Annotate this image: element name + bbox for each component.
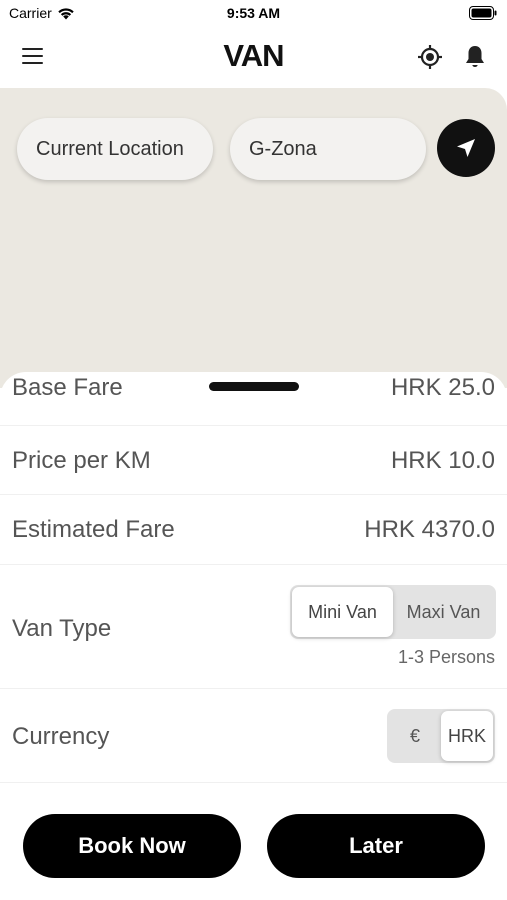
navigation-arrow-icon [457,139,475,157]
van-option-maxi[interactable]: Maxi Van [393,587,494,637]
currency-option-hrk[interactable]: HRK [441,711,493,761]
van-option-mini[interactable]: Mini Van [292,587,393,637]
base-fare-row: Base Fare HRK 25.0 [0,372,507,426]
my-location-icon[interactable] [417,44,443,70]
clock: 9:53 AM [226,5,281,21]
currency-selector: € HRK [387,709,495,763]
map-view[interactable]: Current Location G-Zona [0,88,507,388]
estimated-fare-row: Estimated Fare HRK 4370.0 [0,495,507,565]
price-per-km-row: Price per KM HRK 10.0 [0,426,507,495]
estimated-fare-label: Estimated Fare [12,516,175,543]
van-capacity-hint: 1-3 Persons [397,647,495,667]
destination-field[interactable]: G-Zona [230,118,426,180]
estimated-fare-value: HRK 4370.0 [364,516,495,543]
price-per-km-value: HRK 10.0 [390,447,495,474]
app-header: VAN [0,28,507,88]
bell-icon[interactable] [463,44,487,70]
van-type-label: Van Type [12,615,112,642]
status-bar: Carrier 9:53 AM [0,0,507,28]
van-type-selector: Mini Van Maxi Van [290,585,496,639]
price-per-km-label: Price per KM [12,447,151,474]
base-fare-value: HRK 25.0 [390,374,495,401]
navigate-button[interactable] [437,119,495,177]
origin-field[interactable]: Current Location [17,118,213,180]
later-button[interactable]: Later [267,814,485,878]
currency-row: Currency € HRK [0,689,507,783]
currency-option-eur[interactable]: € [389,711,441,761]
base-fare-label: Base Fare [12,374,123,401]
battery-icon [469,6,497,20]
book-now-button[interactable]: Book Now [23,814,241,878]
currency-label: Currency [12,723,110,750]
sheet-drag-handle[interactable] [209,382,299,391]
van-type-row: Van Type Mini Van Maxi Van 1-3 Persons [0,565,507,689]
